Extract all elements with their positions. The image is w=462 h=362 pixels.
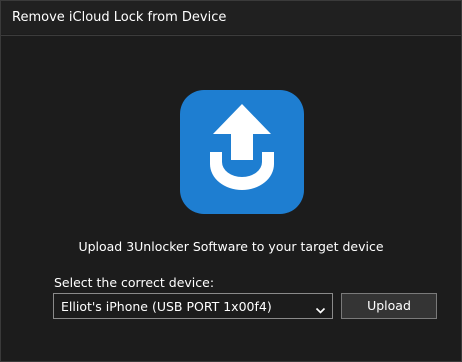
device-select-value: Elliot's iPhone (USB PORT 1x00f4)	[61, 299, 272, 314]
device-select-dropdown[interactable]: Elliot's iPhone (USB PORT 1x00f4)	[53, 293, 333, 319]
instruction-text: Upload 3Unlocker Software to your target…	[78, 239, 384, 254]
title-bar: Remove iCloud Lock from Device	[1, 1, 461, 34]
upload-button[interactable]: Upload	[341, 293, 437, 319]
upload-arrow-icon	[180, 90, 304, 214]
device-select-label: Select the correct device:	[54, 275, 215, 290]
title-separator	[1, 35, 461, 36]
chevron-down-icon	[315, 301, 326, 314]
dialog-window: Remove iCloud Lock from Device Upload 3U…	[0, 0, 462, 362]
window-title: Remove iCloud Lock from Device	[12, 10, 227, 25]
